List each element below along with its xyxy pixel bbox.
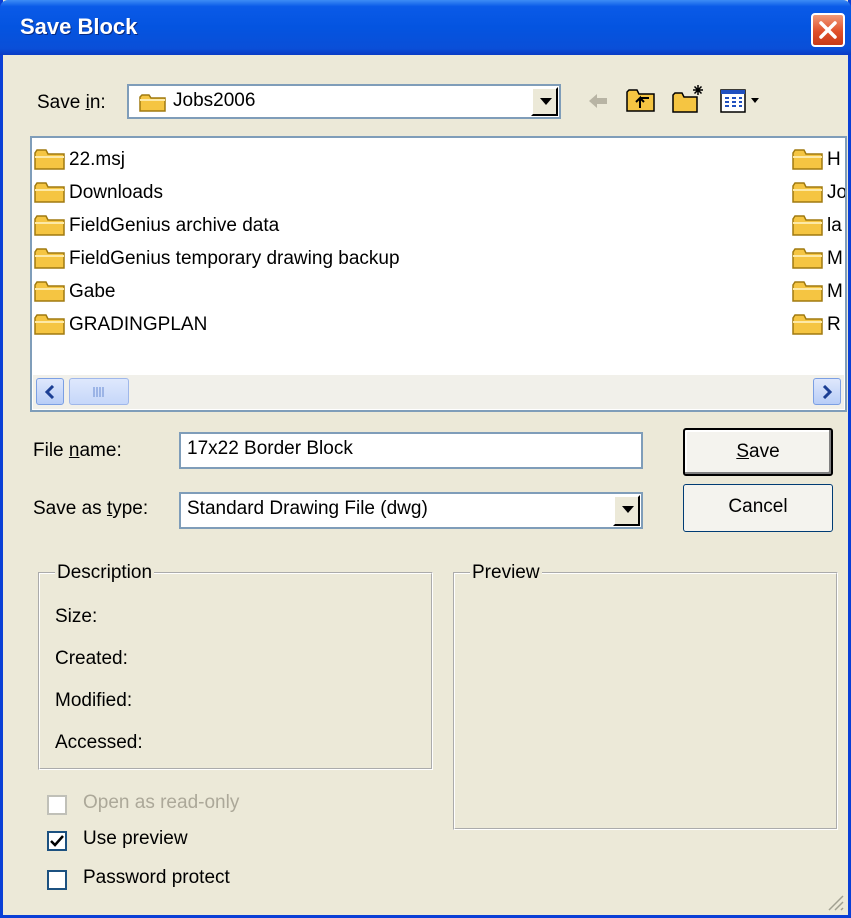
close-button[interactable] xyxy=(811,13,845,47)
folder-icon xyxy=(792,314,823,335)
views-menu-icon[interactable] xyxy=(719,88,765,114)
created-label: Created: xyxy=(55,648,128,669)
use-preview-label: Use preview xyxy=(83,828,188,849)
close-icon xyxy=(819,21,837,39)
chevron-down-icon xyxy=(622,506,634,513)
description-title: Description xyxy=(55,562,155,584)
accessed-label: Accessed: xyxy=(55,732,143,753)
folder-icon xyxy=(792,182,823,203)
password-protect-checkbox[interactable] xyxy=(47,870,67,890)
folder-icon xyxy=(139,94,166,112)
new-folder-icon[interactable] xyxy=(671,83,707,115)
folder-icon xyxy=(34,149,65,170)
file-list[interactable]: 22.msj Downloads FieldGenius archive dat… xyxy=(30,136,847,412)
save-as-type-label: Save as type: xyxy=(33,498,149,519)
open-read-only-label: Open as read-only xyxy=(83,792,240,813)
scroll-left-icon xyxy=(44,385,55,399)
folder-icon xyxy=(34,182,65,203)
save-as-type-select[interactable]: Standard Drawing File (dwg) xyxy=(179,492,643,529)
scroll-left-button[interactable] xyxy=(36,378,64,405)
save-as-type-dropdown-button[interactable] xyxy=(613,495,640,526)
grip-lines-icon xyxy=(93,387,104,397)
save-block-dialog: Save Block Save in: Jobs2006 22.msj Down… xyxy=(0,0,851,918)
password-protect-label: Password protect xyxy=(83,867,230,888)
cancel-button[interactable]: Cancel xyxy=(683,484,833,532)
file-name-input[interactable]: 17x22 Border Block xyxy=(179,432,643,469)
save-in-value: Jobs2006 xyxy=(173,90,256,111)
save-in-dropdown-button[interactable] xyxy=(531,87,558,116)
resize-grip-icon[interactable] xyxy=(826,893,844,911)
folder-icon xyxy=(792,215,823,236)
save-in-combo[interactable]: Jobs2006 xyxy=(127,84,561,119)
folder-icon xyxy=(792,248,823,269)
modified-label: Modified: xyxy=(55,690,133,711)
use-preview-checkbox[interactable] xyxy=(47,831,67,851)
folder-icon xyxy=(34,215,65,236)
folder-icon xyxy=(34,314,65,335)
save-button[interactable]: Save xyxy=(683,428,833,476)
folder-icon xyxy=(792,149,823,170)
chevron-down-icon xyxy=(540,98,552,105)
folder-icon xyxy=(792,281,823,302)
scroll-right-icon xyxy=(822,385,833,399)
back-arrow-icon[interactable] xyxy=(586,91,610,111)
file-name-label: File name: xyxy=(33,440,122,461)
open-read-only-checkbox[interactable] xyxy=(47,795,67,815)
checkmark-icon xyxy=(50,835,64,847)
preview-title: Preview xyxy=(470,562,542,584)
window-title: Save Block xyxy=(20,14,138,39)
file-list-right-column: H Jo la M M R xyxy=(792,138,845,376)
scrollbar-thumb[interactable] xyxy=(69,378,129,405)
up-folder-icon[interactable] xyxy=(625,86,657,114)
save-in-label: Save in: xyxy=(37,92,106,113)
title-bar[interactable]: Save Block xyxy=(0,0,851,55)
folder-icon xyxy=(34,248,65,269)
size-label: Size: xyxy=(55,606,98,627)
scroll-right-button[interactable] xyxy=(813,378,841,405)
folder-icon xyxy=(34,281,65,302)
preview-group xyxy=(453,572,838,830)
horizontal-scrollbar[interactable] xyxy=(33,375,844,409)
